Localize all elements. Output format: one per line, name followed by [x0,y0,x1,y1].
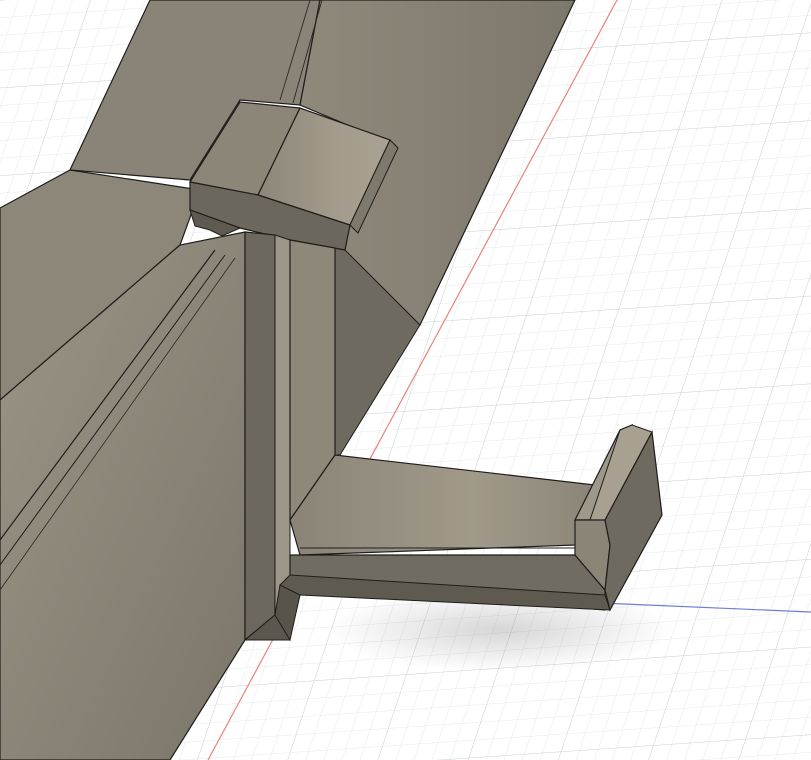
3d-viewport[interactable] [0,0,811,760]
scene-canvas[interactable] [0,0,811,760]
